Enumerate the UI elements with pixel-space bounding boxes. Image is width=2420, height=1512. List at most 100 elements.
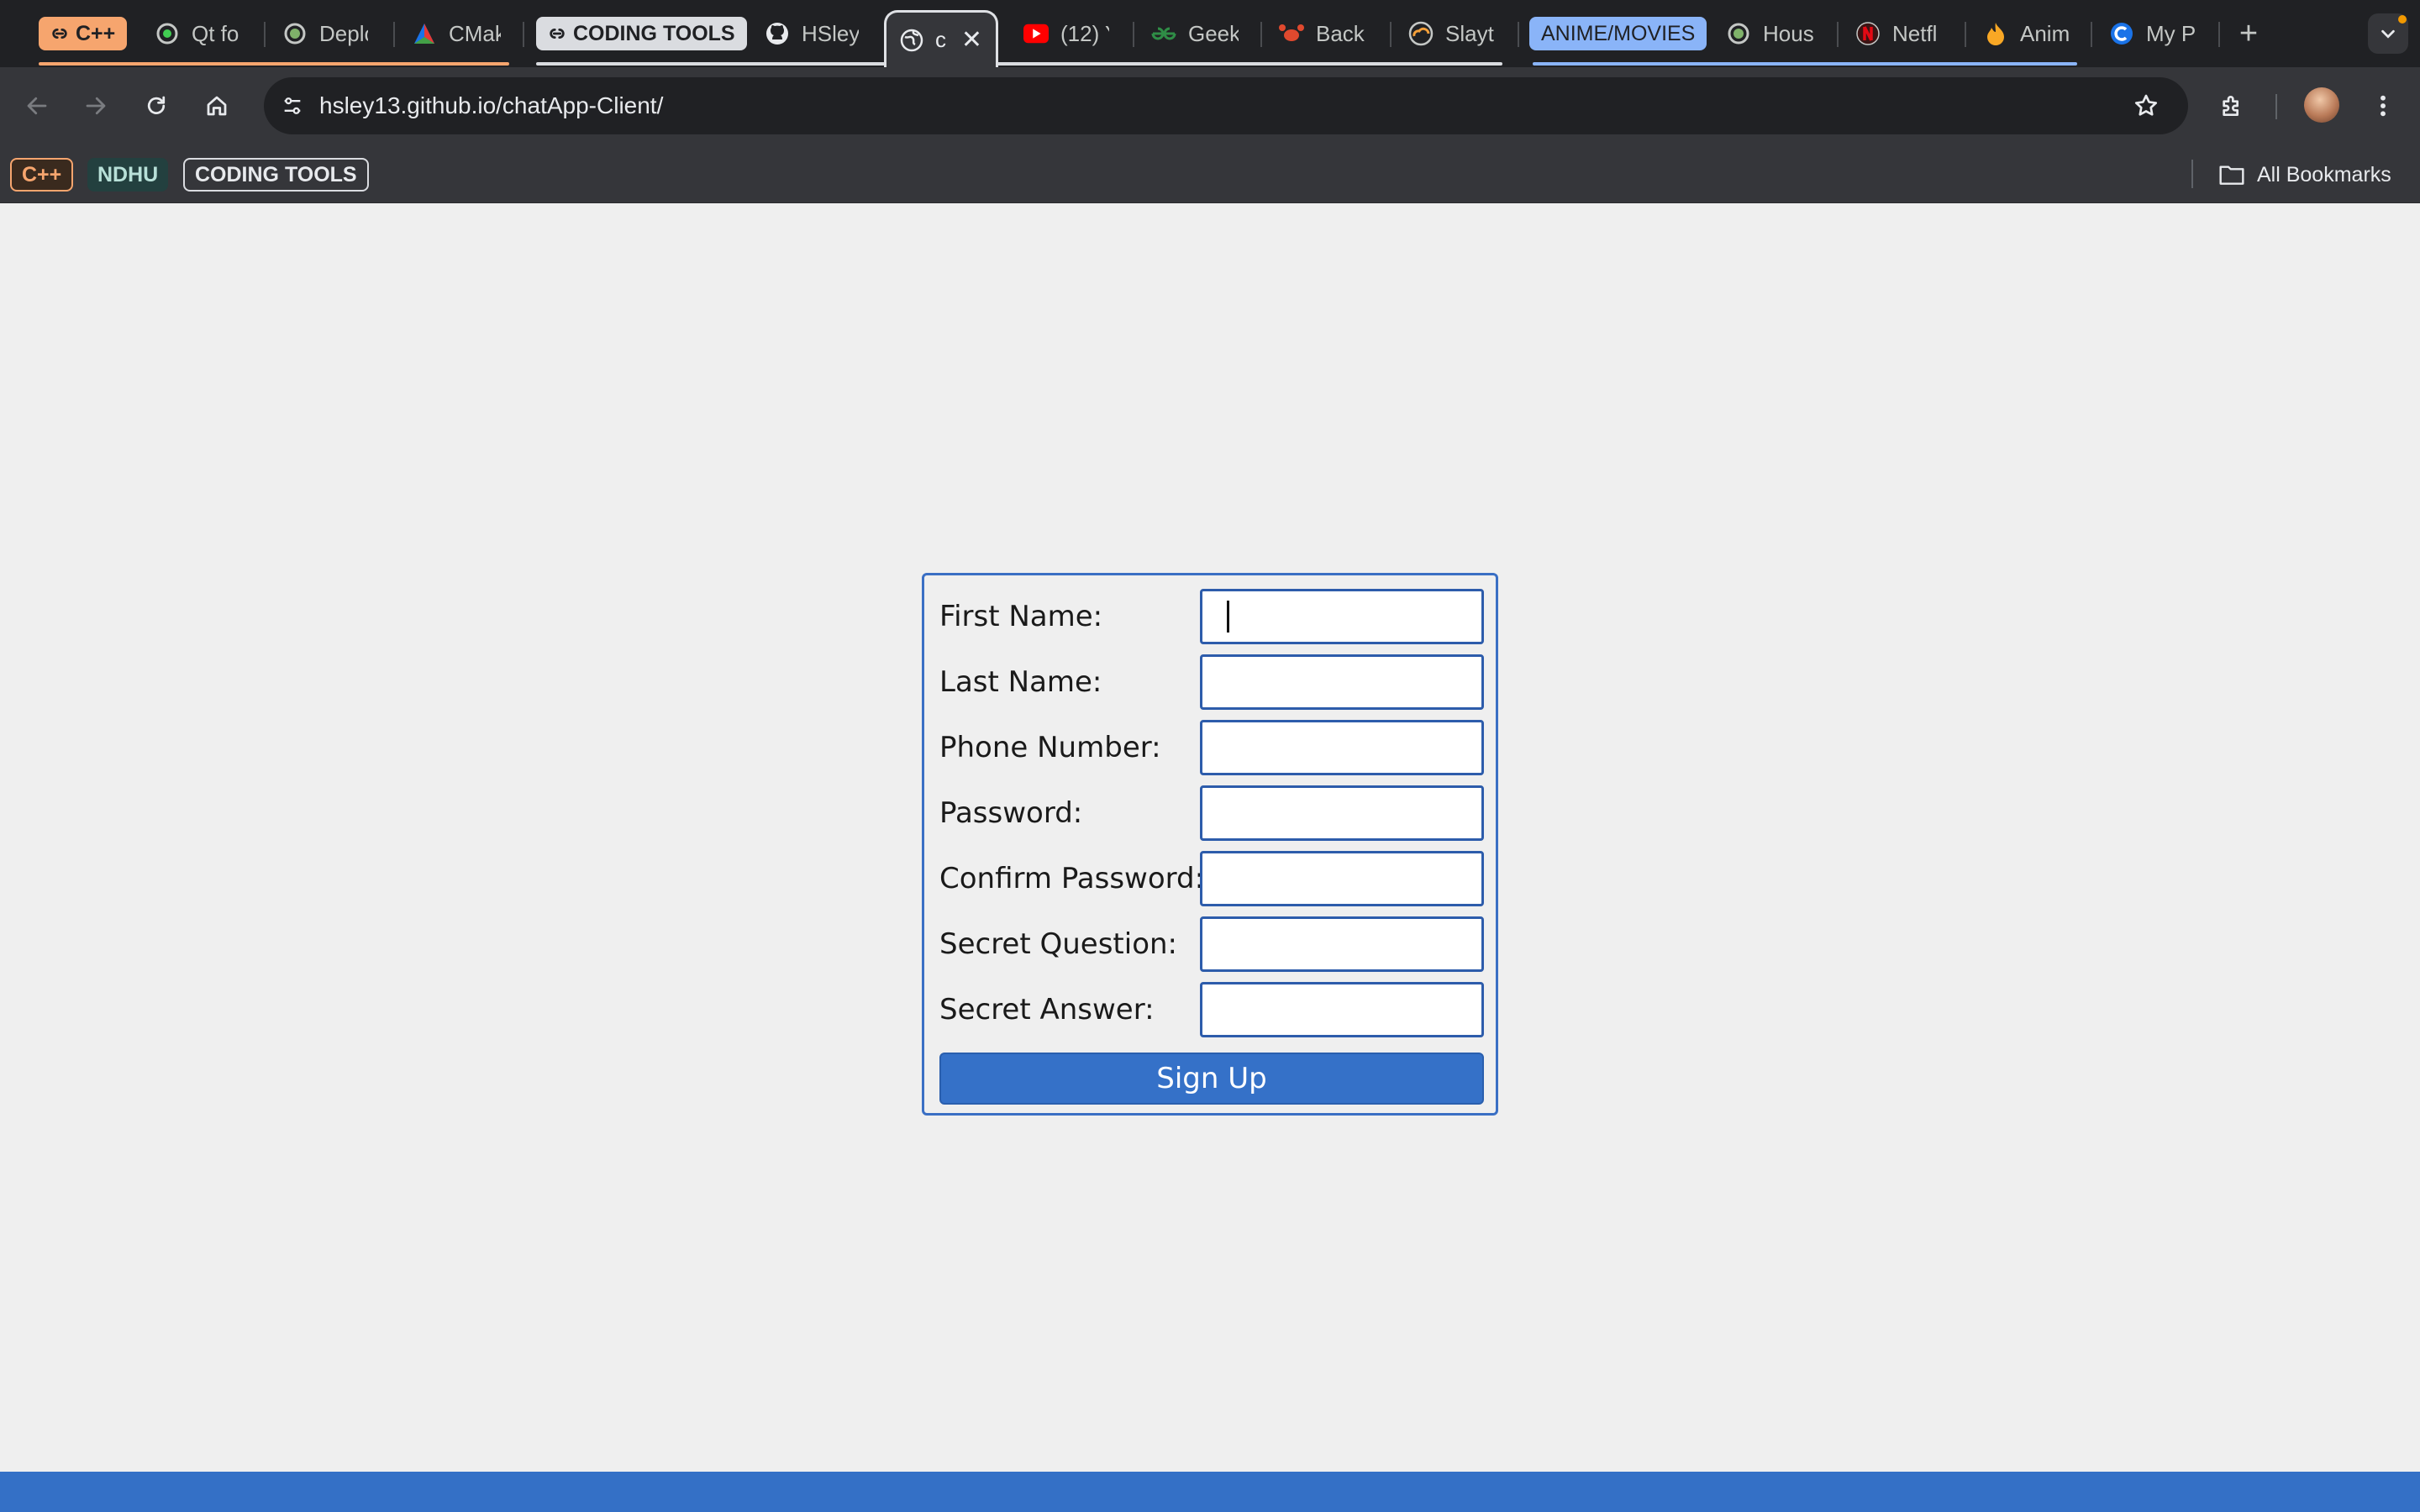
link-icon	[550, 29, 565, 39]
toolbar-separator	[2275, 94, 2277, 119]
cmake-triangle-favicon	[412, 21, 437, 46]
text-caret	[1227, 601, 1229, 633]
chevron-down-icon	[2381, 29, 2395, 39]
bookmark-group-cpp[interactable]: C++	[10, 158, 74, 192]
tab-title: Back	[1316, 20, 1365, 46]
secret-answer-input[interactable]	[1200, 982, 1484, 1037]
close-tab-icon[interactable]: ✕	[961, 25, 982, 55]
tab-anime[interactable]: Anim	[1971, 10, 2081, 57]
puzzle-icon	[2223, 96, 2238, 116]
link-icon	[52, 29, 67, 39]
tab-youtube[interactable]: (12) Y	[1012, 10, 1121, 57]
tab-title: Geek	[1188, 20, 1239, 46]
bookmarks-bar: C++ NDHU CODING TOOLS All Bookmarks	[0, 144, 2420, 203]
qt-favicon	[155, 21, 180, 46]
tab-netflix[interactable]: Netfl	[1844, 10, 1954, 57]
tab-house[interactable]: Hous	[1714, 10, 1828, 57]
tune-icon	[284, 97, 301, 114]
site-info-button[interactable]	[276, 89, 309, 123]
first-name-input[interactable]	[1200, 589, 1484, 644]
last-name-input[interactable]	[1200, 654, 1484, 710]
phone-number-input[interactable]	[1200, 720, 1484, 775]
tab-back[interactable]: Back	[1267, 10, 1378, 57]
tab-separator	[1518, 22, 1519, 47]
flame-favicon	[1983, 21, 2008, 46]
home-button[interactable]	[197, 86, 237, 126]
tab-my[interactable]: My P	[2097, 10, 2215, 57]
tab-separator	[1390, 22, 1392, 47]
form-row-password: Password:	[939, 785, 1484, 841]
arrow-right-icon	[86, 97, 106, 115]
tab-group-cpp[interactable]: C++	[39, 17, 128, 50]
arrow-left-icon	[27, 97, 47, 115]
secret-question-label: Secret Question:	[939, 927, 1178, 961]
password-label: Password:	[939, 796, 1083, 830]
globe-favicon	[900, 29, 923, 51]
tab-title: CMak	[449, 20, 501, 46]
tab-title: Hous	[1763, 20, 1814, 46]
secret-question-input[interactable]	[1200, 916, 1484, 972]
folder-icon	[2218, 163, 2245, 186]
tab-slayt[interactable]: Slayt	[1397, 10, 1507, 57]
bookmark-group-ndhu[interactable]: NDHU	[87, 158, 169, 192]
profile-avatar[interactable]	[2304, 87, 2339, 123]
all-bookmarks-label: All Bookmarks	[2257, 162, 2391, 186]
reload-button[interactable]	[136, 86, 176, 126]
netflix-favicon	[1855, 21, 1881, 46]
tab-title: My P	[2146, 20, 2196, 46]
tab-qt[interactable]: Qt fo	[143, 10, 252, 57]
confirm-password-input[interactable]	[1200, 851, 1484, 906]
tab-group-underline	[39, 62, 509, 66]
tab-title: Netfl	[1892, 20, 1938, 46]
form-row-secret-question: Secret Question:	[939, 916, 1484, 972]
form-row-phone: Phone Number:	[939, 720, 1484, 775]
tab-title: (12) Y	[1060, 20, 1109, 46]
tab-separator	[1260, 22, 1262, 47]
tab-title: Slayt	[1445, 20, 1494, 46]
green-globe-favicon	[282, 21, 308, 46]
tab-separator	[1965, 22, 1966, 47]
tab-group-coding-tools[interactable]: CODING TOOLS	[536, 17, 747, 50]
tab-separator	[1133, 22, 1134, 47]
tab-title: Anim	[2020, 20, 2069, 46]
extensions-button[interactable]	[2212, 86, 2252, 126]
tab-active[interactable]: c ✕	[884, 10, 998, 67]
first-name-label: First Name:	[939, 600, 1103, 633]
confirm-password-label: Confirm Password:	[939, 862, 1205, 895]
tab-cmake[interactable]: CMak	[400, 10, 513, 57]
tab-separator	[1837, 22, 1839, 47]
tab-group-anime-movies[interactable]: ANIME/MOVIES	[1529, 17, 1707, 50]
form-row-last-name: Last Name:	[939, 654, 1484, 710]
kebab-menu-icon	[2381, 95, 2386, 117]
github-favicon	[765, 21, 790, 46]
all-bookmarks-button[interactable]: All Bookmarks	[2218, 158, 2391, 192]
tab-separator	[393, 22, 395, 47]
tab-search-button[interactable]	[2368, 13, 2408, 54]
forward-button[interactable]	[76, 86, 116, 126]
cloud-favicon	[1408, 21, 1434, 46]
geeksforgeeks-favicon	[1151, 21, 1176, 46]
bookmarks-separator	[2191, 160, 2193, 188]
tab-group-label: C++	[76, 21, 116, 45]
page-content: First Name: Last Name: Phone Number: Pas…	[0, 203, 2420, 1472]
back-button[interactable]	[17, 86, 57, 126]
tab-deploy[interactable]: Deplo	[271, 10, 380, 57]
c-favicon	[2109, 21, 2134, 46]
bookmark-star-button[interactable]	[2129, 89, 2163, 123]
tab-group-label: CODING TOOLS	[573, 21, 735, 45]
bookmark-label: C++	[22, 162, 62, 186]
bookmark-group-coding-tools[interactable]: CODING TOOLS	[183, 158, 369, 192]
sign-up-button[interactable]: Sign Up	[939, 1053, 1484, 1105]
tab-geeks[interactable]: Geek	[1139, 10, 1250, 57]
url-input[interactable]	[319, 92, 1916, 119]
tab-github[interactable]: HSley	[753, 10, 871, 57]
tab-title: HSley	[802, 20, 859, 46]
new-tab-button[interactable]: +	[2230, 15, 2267, 52]
password-input[interactable]	[1200, 785, 1484, 841]
tab-group-label: ANIME/MOVIES	[1541, 21, 1696, 45]
chrome-menu-button[interactable]	[2363, 86, 2403, 126]
last-name-label: Last Name:	[939, 665, 1102, 699]
phone-number-label: Phone Number:	[939, 731, 1161, 764]
star-icon	[2134, 94, 2158, 116]
address-bar[interactable]	[264, 77, 2188, 134]
